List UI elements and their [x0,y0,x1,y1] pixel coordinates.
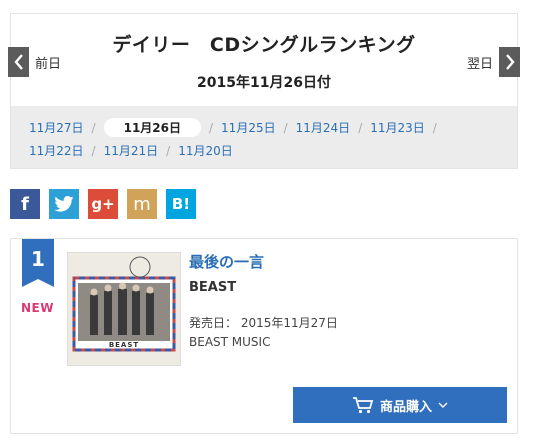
ranking-item: 1 NEW BEAST 最後の一言 BEAST 発売日： 2015年11月27日… [10,238,518,434]
song-title-link[interactable]: 最後の一言 [189,251,264,272]
facebook-share-button[interactable]: f [10,189,40,219]
mixi-icon: m [133,193,151,215]
new-badge: NEW [21,301,54,315]
date-row: 11月27日 / 11月26日 / 11月25日 / 11月24日 / 11月23日 / [29,118,445,137]
date-link[interactable]: 11月24日 [296,119,351,136]
date-row: 11月22日 / 11月21日 / 11月20日 [29,142,233,159]
date-current[interactable]: 11月26日 [103,118,201,137]
rank-badge: 1 [22,239,54,287]
date-link[interactable]: 11月22日 [29,142,84,159]
date-separator: / [209,121,214,135]
release-info: 発売日： 2015年11月27日 [189,314,338,331]
rank-number: 1 [31,247,45,271]
google-plus-share-button[interactable]: g+ [88,189,118,219]
chevron-right-icon [499,47,520,77]
date-separator: / [91,121,96,135]
album-cover-text: BEAST [108,341,140,349]
date-link[interactable]: 11月27日 [29,119,84,136]
date-separator: / [358,121,363,135]
release-date: 2015年11月27日 [240,316,338,330]
mixi-share-button[interactable]: m [127,189,157,219]
hatena-icon: B! [171,195,191,213]
ranking-header: デイリー CDシングルランキング 2015年11月26日付 前日 翌日 11月2… [8,13,520,169]
date-separator: / [283,121,288,135]
cart-icon [352,397,374,414]
date-link[interactable]: 11月25日 [221,119,276,136]
record-label: BEAST MUSIC [189,335,271,349]
release-label: 発売日： [189,316,238,330]
google-plus-icon: g+ [91,195,115,213]
header-top: デイリー CDシングルランキング 2015年11月26日付 前日 翌日 [8,14,520,106]
twitter-share-button[interactable] [49,189,79,219]
chevron-down-icon [438,402,448,408]
date-selector: 11月27日 / 11月26日 / 11月25日 / 11月24日 / 11月23日 / 11月2… [11,106,517,168]
next-day-button[interactable]: 翌日 [461,47,520,77]
date-separator: / [91,144,96,158]
ranking-date: 2015年11月26日付 [197,75,331,91]
facebook-icon: f [21,193,29,215]
chevron-left-icon [8,47,29,77]
hatena-bookmark-button[interactable]: B! [166,189,196,219]
next-day-label: 翌日 [466,56,493,72]
prev-day-button[interactable]: 前日 [8,47,67,77]
buy-button[interactable]: 商品購入 [293,387,507,423]
date-link[interactable]: 11月20日 [178,142,233,159]
date-separator: / [166,144,171,158]
twitter-icon [54,196,74,212]
date-link[interactable]: 11月21日 [104,142,159,159]
prev-day-label: 前日 [35,56,62,72]
share-buttons: f g+ m B! [10,189,205,219]
page-title: デイリー CDシングルランキング [112,34,416,56]
artist-name: BEAST [189,280,237,295]
date-link[interactable]: 11月23日 [370,119,425,136]
buy-button-label: 商品購入 [379,399,432,415]
album-cover[interactable]: BEAST [67,252,181,366]
date-separator: / [432,121,437,135]
